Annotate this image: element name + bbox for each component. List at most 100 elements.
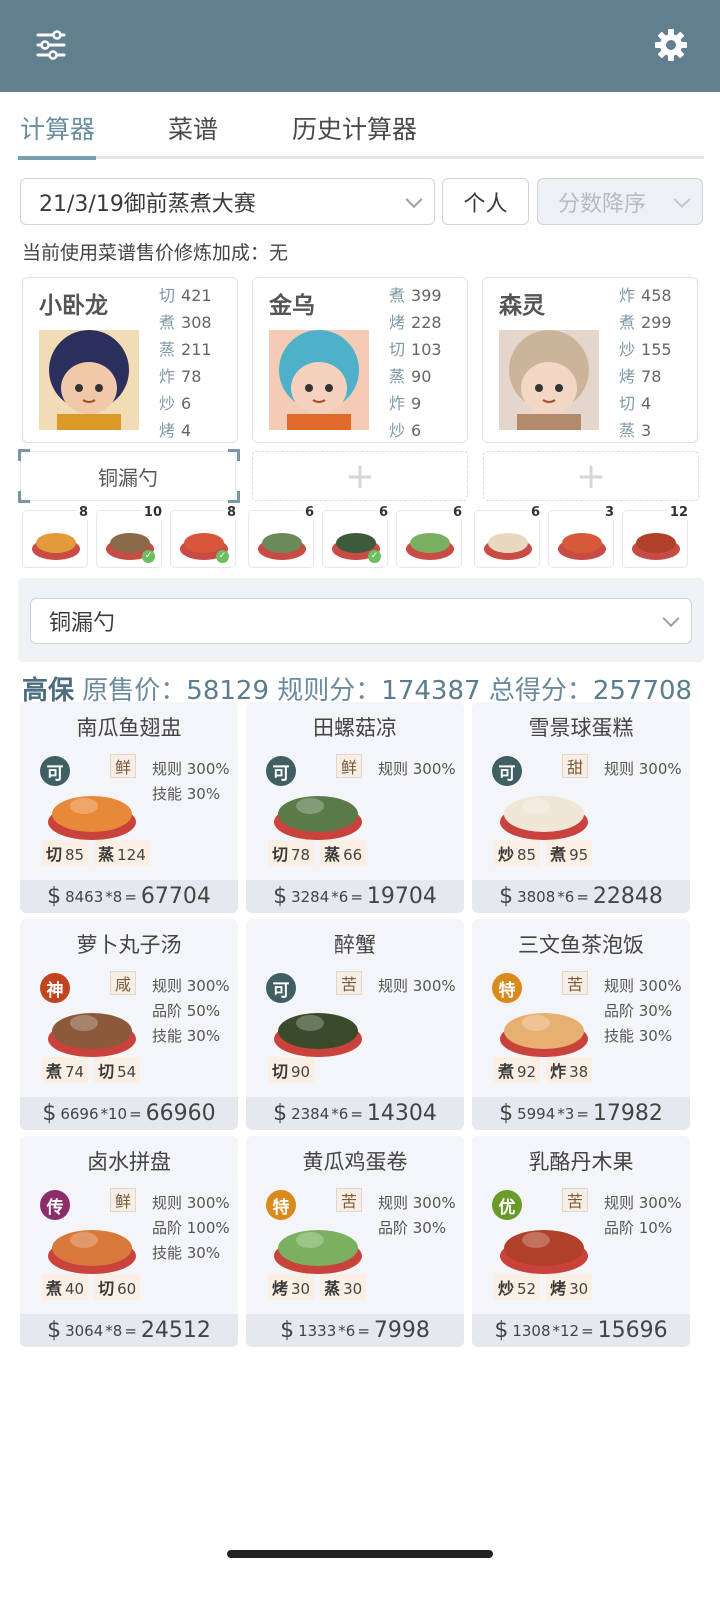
skill-req: 切 85 (42, 840, 89, 866)
dollar-icon: $ (47, 884, 62, 909)
recipe-thumb[interactable]: 6 (474, 505, 542, 568)
bonus-list: 规则 300% (378, 758, 456, 783)
quantity: *10 (100, 1104, 128, 1123)
selection-corner (228, 449, 240, 461)
recipe-thumb[interactable]: 6 (396, 505, 464, 568)
bonus-line: 技能 30% (152, 1027, 221, 1045)
skill-req: 切 60 (94, 1274, 141, 1300)
rarity-badge: 可 (492, 756, 522, 786)
bonus-list: 规则 300% 品阶 30% (378, 1192, 456, 1242)
recipe-total: 22848 (592, 884, 663, 909)
skill-list: 炒 52 烤 30 (494, 1274, 593, 1300)
recipe-card[interactable]: 三文鱼茶泡饭 特 苦 规则 300% 品阶 30% 技能 30% 煮 92 炸 38 $ … (472, 919, 690, 1130)
chef-card[interactable]: 小卧龙 切 421 煮 308 蒸 211 炸 78 炒 6 烤 4 (22, 277, 238, 443)
bonus-line: 规则 300% (378, 760, 456, 778)
recipe-total: 24512 (140, 1318, 211, 1343)
recipe-card[interactable]: 醉蟹 可 苦 规则 300% 切 90 $ 2384 *6 = 14304 (246, 919, 464, 1130)
skill-req: 炒 85 (494, 840, 541, 866)
quantity: *3 (557, 1104, 575, 1123)
thumb-count: 12 (667, 505, 690, 520)
recipe-thumb[interactable]: 8 ✓ (170, 505, 238, 568)
recipe-card[interactable]: 田螺菇凉 可 鲜 规则 300% 切 78 蒸 66 $ 3284 *6 = 1970… (246, 702, 464, 913)
equipment-slot-2[interactable]: + (252, 451, 468, 501)
price-row: $ 1308 *12 = 15696 (472, 1314, 690, 1347)
recipe-card[interactable]: 萝卜丸子汤 神 咸 规则 300% 品阶 50% 技能 30% 煮 74 切 54 $ 6… (20, 919, 238, 1130)
recipe-thumb[interactable]: 6 (248, 505, 316, 568)
equipment-slot-3[interactable]: + (483, 451, 699, 501)
gear-icon[interactable] (648, 22, 694, 68)
chef-stat: 烤 78 (619, 367, 662, 386)
flavor-badge: 鲜 (336, 754, 362, 778)
equipment-slot-1[interactable]: 铜漏勺 (20, 451, 236, 501)
bonus-line: 品阶 30% (604, 1002, 673, 1020)
skill-req: 炸 38 (546, 1057, 593, 1083)
skill-list: 烤 30 蒸 30 (268, 1274, 367, 1300)
skill-list: 切 78 蒸 66 (268, 840, 367, 866)
recipe-thumb[interactable]: 8 (22, 505, 90, 568)
bonus-line: 规则 300% (604, 760, 682, 778)
dollar-icon: $ (499, 884, 514, 909)
thumb-count: 6 (528, 505, 542, 520)
skill-list: 煮 92 炸 38 (494, 1057, 593, 1083)
bonus-line: 技能 30% (152, 785, 221, 803)
unit-price: 3284 (291, 887, 330, 906)
contest-select[interactable]: 21/3/19御前蒸煮大赛 (20, 178, 435, 225)
equipment-select[interactable]: 铜漏勺 (30, 598, 692, 644)
skill-list: 煮 40 切 60 (42, 1274, 141, 1300)
chef-card[interactable]: 金乌 煮 399 烤 228 切 103 蒸 90 炸 9 炒 6 (252, 277, 468, 443)
recipe-thumb[interactable]: 3 (548, 505, 616, 568)
equals-sign: = (124, 887, 137, 906)
flavor-badge: 鲜 (110, 754, 136, 778)
add-icon: + (344, 455, 376, 497)
chef-name: 小卧龙 (39, 293, 108, 319)
tab-calculator[interactable]: 计算器 (20, 110, 95, 146)
equals-sign: = (129, 1104, 142, 1123)
chef-stat: 切 421 (159, 286, 212, 305)
skill-req: 煮 92 (494, 1057, 541, 1083)
bonus-note: 当前使用菜谱售价修炼加成：无 (22, 242, 289, 264)
thumb-count: 6 (376, 505, 390, 520)
chef-avatar (499, 330, 599, 430)
chef-stat: 煮 399 (389, 286, 442, 305)
equipment-label: 铜漏勺 (98, 465, 158, 490)
sort-select[interactable]: 分数降序 (537, 178, 703, 225)
skill-req: 切 78 (268, 840, 315, 866)
mode-button[interactable]: 个人 (442, 178, 529, 225)
selection-corner (18, 491, 30, 503)
chef-stat: 炒6 (159, 394, 192, 413)
chef-card[interactable]: 森灵 炸 458 煮 299 炒 155 烤 78 切 4 蒸 3 (482, 277, 698, 443)
tab-recipes[interactable]: 菜谱 (168, 110, 218, 146)
equals-sign: = (350, 887, 363, 906)
skill-req: 蒸 30 (320, 1274, 367, 1300)
recipe-thumb[interactable]: 12 (622, 505, 690, 568)
recipe-thumb[interactable]: 6 ✓ (322, 505, 390, 568)
equipment-panel: 铜漏勺 (18, 578, 704, 662)
flavor-badge: 苦 (562, 1188, 588, 1212)
unit-price: 1333 (298, 1321, 337, 1340)
recipe-card[interactable]: 黄瓜鸡蛋卷 特 苦 规则 300% 品阶 30% 烤 30 蒸 30 $ 1333 *6… (246, 1136, 464, 1347)
chef-name: 金乌 (269, 293, 315, 319)
recipe-thumb[interactable]: 10 ✓ (96, 505, 164, 568)
recipe-card[interactable]: 南瓜鱼翅盅 可 鲜 规则 300% 技能 30% 切 85 蒸 124 $ 8463 *… (20, 702, 238, 913)
chef-stat: 炒6 (389, 421, 422, 440)
quantity: *6 (331, 887, 349, 906)
recipe-card[interactable]: 卤水拼盘 传 鲜 规则 300% 品阶 100% 技能 30% 煮 40 切 60 $ 3… (20, 1136, 238, 1347)
flavor-badge: 甜 (562, 754, 588, 778)
chef-stat: 蒸 90 (389, 367, 432, 386)
chef-avatar (39, 330, 139, 430)
tab-history-calculator[interactable]: 历史计算器 (292, 110, 417, 146)
recipe-card[interactable]: 乳酪丹木果 优 苦 规则 300% 品阶 10% 炒 52 烤 30 $ 1308 *1… (472, 1136, 690, 1347)
dollar-icon: $ (273, 1101, 288, 1126)
sliders-icon[interactable] (28, 22, 74, 68)
recipe-card[interactable]: 雪景球蛋糕 可 甜 规则 300% 炒 85 煮 95 $ 3808 *6 = 228… (472, 702, 690, 913)
chevron-down-icon (673, 190, 691, 208)
skill-req: 煮 74 (42, 1057, 89, 1083)
home-indicator (227, 1550, 493, 1558)
quantity: *8 (105, 1321, 123, 1340)
bonus-line: 规则 300% (604, 1194, 682, 1212)
recipe-total: 14304 (366, 1101, 437, 1126)
unit-price: 1308 (512, 1321, 551, 1340)
equals-sign: = (576, 1104, 589, 1123)
skill-req: 煮 40 (42, 1274, 89, 1300)
bonus-line: 规则 300% (152, 1194, 230, 1212)
